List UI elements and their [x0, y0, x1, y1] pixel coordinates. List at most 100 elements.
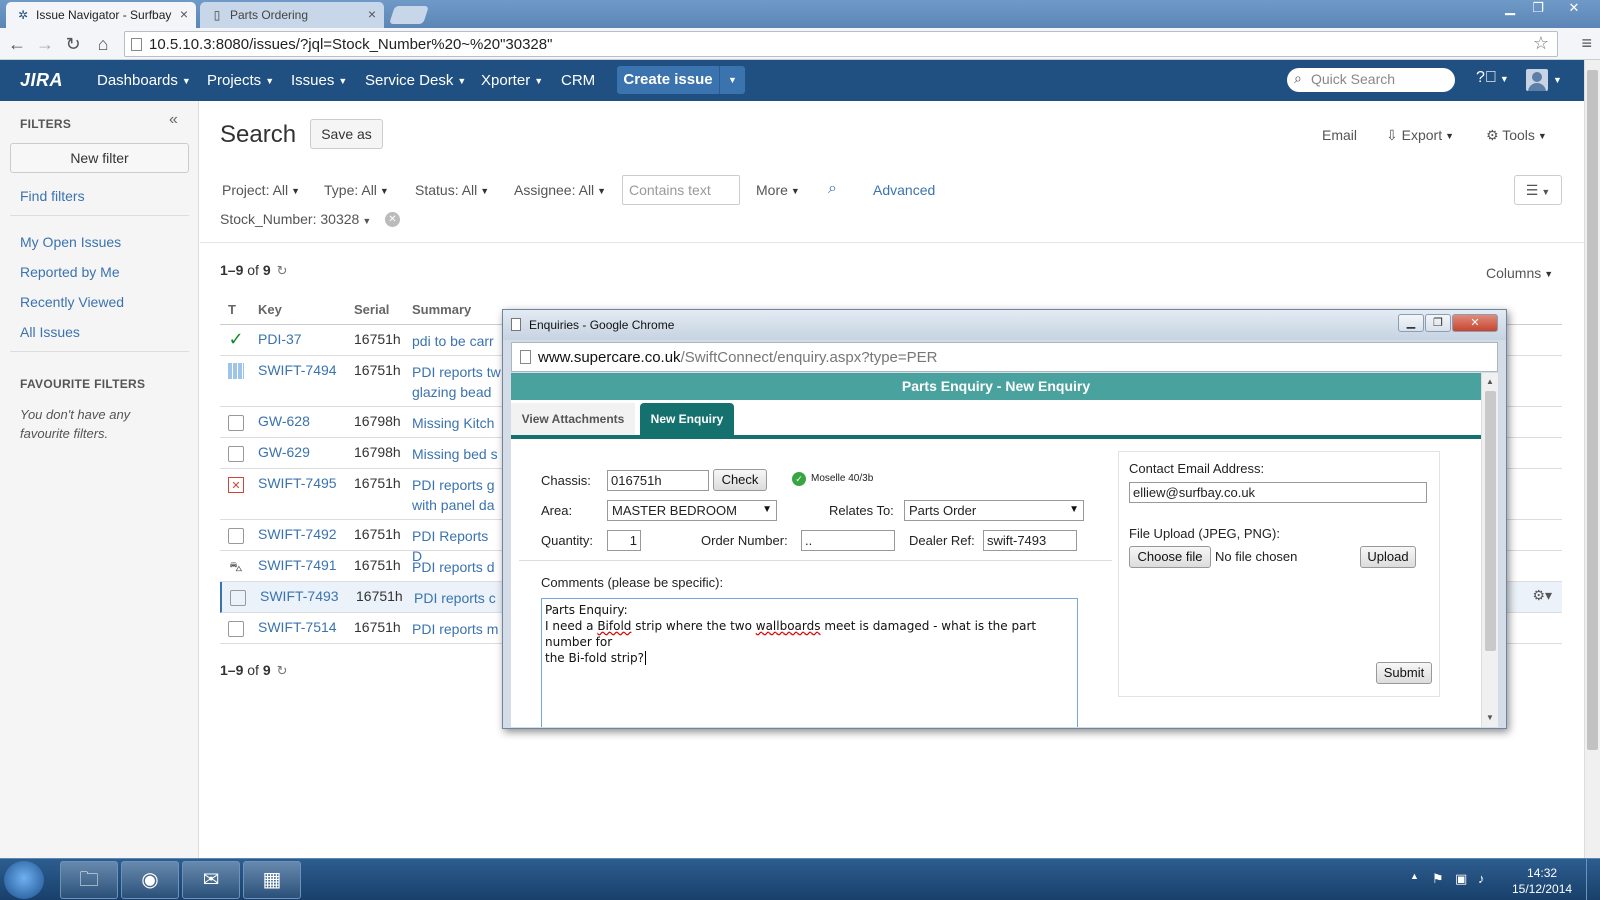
nav-xporter[interactable]: Xporter ▼ [481, 72, 543, 89]
contains-text-input[interactable]: Contains text [622, 175, 740, 205]
column-header-summary[interactable]: Summary [412, 302, 471, 317]
dealer-ref-field[interactable]: swift-7493 [983, 530, 1077, 551]
new-filter-button[interactable]: New filter [10, 143, 189, 173]
issue-summary[interactable]: PDI reports tw glazing bead [412, 362, 502, 402]
order-number-field[interactable]: .. [801, 530, 895, 551]
advanced-search-link[interactable]: Advanced [873, 182, 935, 198]
issue-key[interactable]: SWIFT-7495 [258, 475, 337, 491]
refresh-icon[interactable]: ↻ [277, 663, 288, 678]
issue-summary[interactable]: Missing bed s [412, 444, 502, 464]
issue-key[interactable]: GW-629 [258, 444, 310, 460]
tab-new-enquiry[interactable]: New Enquiry [640, 403, 734, 435]
new-tab-button[interactable] [389, 6, 429, 24]
relates-to-select[interactable]: Parts Order ▼ [904, 500, 1084, 521]
search-icon[interactable]: ⌕ [828, 180, 837, 198]
scrollbar-thumb[interactable] [1485, 391, 1496, 651]
issue-key[interactable]: SWIFT-7494 [258, 362, 337, 378]
address-bar[interactable]: 10.5.10.3:8080/issues/?jql=Stock_Number%… [124, 31, 1558, 57]
popup-address-bar[interactable]: www.supercare.co.uk/SwiftConnect/enquiry… [511, 342, 1498, 372]
nav-issues[interactable]: Issues ▼ [291, 72, 347, 89]
sidebar-item-my-open-issues[interactable]: My Open Issues [20, 234, 121, 250]
project-filter[interactable]: Project: All ▼ [222, 182, 300, 198]
forward-icon[interactable]: → [34, 33, 56, 55]
sidebar-item-recently-viewed[interactable]: Recently Viewed [20, 294, 124, 310]
issue-key[interactable]: SWIFT-7491 [258, 557, 337, 573]
close-window-icon[interactable]: ✕ [1554, 0, 1594, 18]
type-filter[interactable]: Type: All ▼ [324, 182, 389, 198]
restore-icon[interactable]: ❐ [1425, 314, 1451, 332]
show-hidden-icons-icon[interactable]: ▲ [1410, 871, 1419, 881]
reload-icon[interactable]: ↻ [62, 33, 84, 55]
assignee-filter[interactable]: Assignee: All ▼ [514, 182, 606, 198]
issue-key[interactable]: SWIFT-7493 [260, 588, 339, 604]
row-actions-gear-icon[interactable]: ⚙▾ [1532, 587, 1552, 604]
sidebar-item-all-issues[interactable]: All Issues [20, 324, 80, 340]
popup-scrollbar[interactable]: ▲ ▼ [1481, 373, 1498, 727]
issue-key[interactable]: GW-628 [258, 413, 310, 429]
comments-textarea[interactable]: Parts Enquiry: I need a Bifold strip whe… [541, 598, 1078, 727]
find-filters-link[interactable]: Find filters [20, 188, 85, 204]
issue-summary[interactable]: PDI reports d [412, 557, 502, 577]
issue-key[interactable]: PDI-37 [258, 331, 302, 347]
sidebar-item-reported-by-me[interactable]: Reported by Me [20, 264, 120, 280]
calculator-taskbar-icon[interactable]: ▦ [243, 861, 301, 899]
nav-crm[interactable]: CRM [561, 72, 595, 89]
more-filter[interactable]: More ▼ [756, 182, 800, 198]
scroll-up-icon[interactable]: ▲ [1486, 377, 1494, 386]
explorer-taskbar-icon[interactable]: 🗀 [60, 861, 118, 899]
issue-summary[interactable]: PDI reports g with panel da [412, 475, 502, 515]
columns-dropdown[interactable]: Columns ▼ [1486, 265, 1553, 281]
email-field[interactable]: elliew@surfbay.co.uk [1129, 482, 1427, 503]
nav-projects[interactable]: Projects ▼ [207, 72, 274, 89]
restore-icon[interactable]: ❐ [1526, 0, 1550, 18]
chrome-menu-icon[interactable]: ≡ [1581, 33, 1592, 54]
collapse-sidebar-icon[interactable]: « [169, 111, 178, 129]
show-desktop-button[interactable] [1586, 859, 1600, 900]
clear-filter-icon[interactable]: ✕ [385, 212, 400, 227]
close-tab-icon[interactable]: × [368, 6, 376, 22]
browser-tab-parts-ordering[interactable]: ▯ Parts Ordering × [200, 2, 384, 28]
action-center-flag-icon[interactable]: ⚑ [1432, 871, 1444, 887]
column-header-type[interactable]: T [228, 302, 236, 317]
create-issue-button[interactable]: Create issue [617, 66, 719, 94]
nav-service-desk[interactable]: Service Desk ▼ [365, 72, 466, 89]
column-header-serial[interactable]: Serial [354, 302, 389, 317]
refresh-icon[interactable]: ↻ [277, 263, 288, 278]
tab-view-attachments[interactable]: View Attachments [511, 403, 635, 435]
browser-tab-issue-navigator[interactable]: ✲ Issue Navigator - Surfbay × [6, 2, 196, 28]
jira-logo[interactable]: JIRA [20, 70, 63, 91]
issue-summary[interactable]: Missing Kitch [412, 413, 502, 433]
choose-file-button[interactable]: Choose file [1129, 546, 1211, 568]
close-tab-icon[interactable]: × [180, 6, 188, 22]
chrome-taskbar-icon[interactable]: ◉ [121, 861, 179, 899]
help-icon[interactable]: ?⃝ ▼ [1476, 69, 1509, 87]
avatar[interactable] [1526, 69, 1548, 91]
export-dropdown[interactable]: ⇩ Export ▼ [1386, 127, 1454, 144]
minimize-icon[interactable]: ▁ [1498, 0, 1522, 18]
close-window-icon[interactable]: ✕ [1452, 314, 1498, 332]
scrollbar-thumb[interactable] [1587, 70, 1598, 750]
issue-key[interactable]: SWIFT-7514 [258, 619, 337, 635]
bookmark-star-icon[interactable]: ☆ [1533, 33, 1549, 54]
area-select[interactable]: MASTER BEDROOM ▼ [607, 500, 777, 521]
email-link[interactable]: Email [1322, 127, 1357, 143]
volume-icon[interactable]: ♪ [1478, 871, 1485, 886]
tools-dropdown[interactable]: ⚙ Tools ▼ [1486, 127, 1547, 144]
windows-start-button[interactable] [4, 861, 44, 899]
quantity-field[interactable]: 1 [607, 530, 641, 551]
issue-summary[interactable]: PDI reports m [412, 619, 502, 639]
issue-summary[interactable]: PDI reports c [414, 588, 504, 608]
quick-search-input[interactable]: ⌕ Quick Search [1287, 68, 1455, 92]
popup-titlebar[interactable]: Enquiries - Google Chrome ▁ ❐ ✕ [503, 310, 1506, 340]
minimize-icon[interactable]: ▁ [1398, 314, 1424, 332]
status-filter[interactable]: Status: All ▼ [415, 182, 489, 198]
save-as-button[interactable]: Save as [310, 119, 383, 149]
nav-dashboards[interactable]: Dashboards ▼ [97, 72, 191, 89]
submit-button[interactable]: Submit [1376, 662, 1432, 684]
create-issue-dropdown[interactable]: ▼ [719, 66, 745, 94]
system-clock[interactable]: 14:32 15/12/2014 [1512, 865, 1572, 897]
layout-switcher-button[interactable]: ☰ ▼ [1514, 175, 1562, 205]
home-icon[interactable]: ⌂ [92, 33, 114, 55]
chassis-field[interactable]: 016751h [607, 470, 709, 491]
chevron-down-icon[interactable]: ▼ [1553, 75, 1562, 85]
